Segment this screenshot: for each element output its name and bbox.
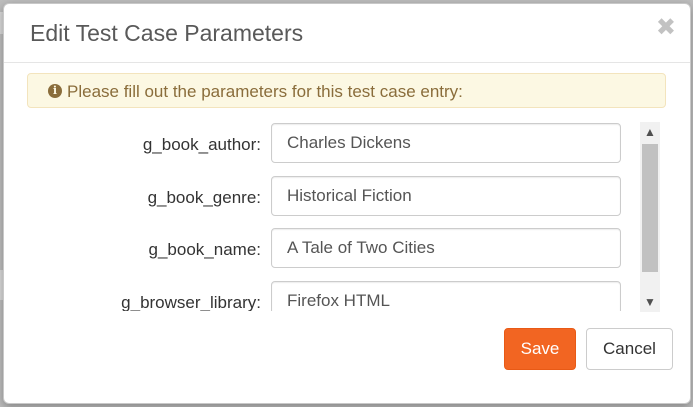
field-value: Historical Fiction bbox=[287, 186, 412, 205]
parameter-row-book-genre: g_book_genre: Historical Fiction bbox=[4, 176, 644, 220]
chevron-up-icon[interactable]: ▲ bbox=[640, 122, 660, 142]
parameter-row-browser-library: g_browser_library: Firefox HTML bbox=[4, 281, 644, 311]
edit-parameters-dialog: Edit Test Case Parameters ✖ i Please fil… bbox=[3, 3, 691, 404]
field-label: g_book_author: bbox=[142, 135, 261, 154]
field-label: g_book_genre: bbox=[147, 188, 261, 207]
book-author-input[interactable]: Charles Dickens bbox=[271, 123, 621, 163]
chevron-down-icon[interactable]: ▼ bbox=[640, 292, 660, 312]
info-circle-icon: i bbox=[48, 84, 62, 98]
save-button[interactable]: Save bbox=[504, 328, 576, 370]
form-scrollbar[interactable]: ▲ ▼ bbox=[640, 122, 660, 312]
scrollbar-thumb[interactable] bbox=[642, 144, 658, 272]
field-label: g_browser_library: bbox=[121, 293, 261, 311]
field-value: Firefox HTML bbox=[287, 291, 390, 310]
field-value: A Tale of Two Cities bbox=[287, 238, 435, 257]
parameter-row-book-author: g_book_author: Charles Dickens bbox=[4, 123, 644, 167]
field-label: g_book_name: bbox=[148, 240, 261, 259]
book-name-input[interactable]: A Tale of Two Cities bbox=[271, 228, 621, 268]
parameter-row-book-name: g_book_name: A Tale of Two Cities bbox=[4, 228, 644, 272]
book-genre-input[interactable]: Historical Fiction bbox=[271, 176, 621, 216]
dialog-header: Edit Test Case Parameters ✖ bbox=[4, 4, 690, 63]
field-value: Charles Dickens bbox=[287, 133, 411, 152]
close-icon[interactable]: ✖ bbox=[656, 16, 676, 40]
parameters-form: g_book_author: Charles Dickens g_book_ge… bbox=[4, 121, 664, 311]
alert-message: Please fill out the parameters for this … bbox=[67, 82, 463, 101]
cancel-button[interactable]: Cancel bbox=[586, 328, 673, 370]
browser-library-input[interactable]: Firefox HTML bbox=[271, 281, 621, 311]
dialog-title: Edit Test Case Parameters bbox=[30, 20, 304, 46]
info-alert: i Please fill out the parameters for thi… bbox=[27, 73, 666, 108]
